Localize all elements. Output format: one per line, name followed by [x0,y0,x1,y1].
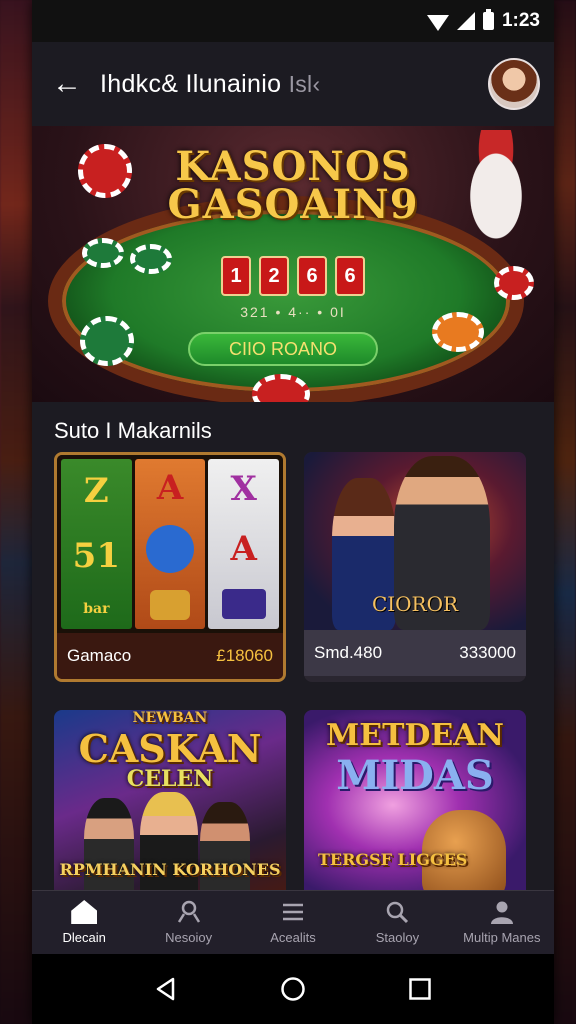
caskan-logo-sub: CELEN [126,766,214,792]
nav-label: Acealits [270,930,316,945]
nav-item-list[interactable]: Acealits [241,891,345,954]
battery-icon [482,9,494,30]
title-text: Ihdkc& Ilunainio [100,69,282,98]
game-card-midas[interactable]: METDEAN MIDAS TERGSF LIGGES [304,710,526,900]
card-meta: Gamaco £18060 [57,633,283,679]
game-prize: £18060 [216,646,273,665]
profile-icon [490,901,513,924]
character-figure [84,798,134,900]
game-card-slots[interactable]: Z 51 bar A X A Gamaco £18060 [54,452,286,682]
status-time: 1:23 [501,10,540,31]
home-icon [71,900,98,924]
system-back-icon[interactable] [153,976,179,1002]
caskan-logo: CASKAN [78,726,262,771]
phone-frame: 1:23 ← Ihdkc& Ilunainio Isl‹ KASONOS GAS… [32,0,554,1024]
reel: X A [208,459,280,629]
hero-title-line2: GASOAIN9 [167,181,419,228]
die: 1 [221,256,251,296]
reel-symbol: A [230,529,257,569]
gold-symbol-icon [150,590,190,621]
midas-banner: TERGSF LIGGES [318,850,468,869]
nav-label: Nesoioy [165,930,213,945]
hero-title: KASONOS GASOAIN9 [32,147,554,228]
bag-symbol-icon [221,589,266,619]
reel-symbol: Z [83,471,109,512]
section-title: Suto I Makarnils [54,418,212,443]
slots-icon [177,900,200,923]
game-grid: Z 51 bar A X A Gamaco £18060 CIOROR Smd.… [32,452,554,900]
game-card-caskan[interactable]: NEWBAN CASKAN CELEN RPMHANIN KORHONES [54,710,286,900]
caskan-top-text: NEWBAN [132,710,208,726]
screen: 1:23 ← Ihdkc& Ilunainio Isl‹ KASONOS GAS… [0,0,576,1024]
nav-item-slots[interactable]: Nesoioy [136,891,240,954]
hero-cta-button[interactable]: CIIO ROANO [188,332,378,366]
midas-logo-sub: MIDAS [336,752,494,799]
game-name: Smd.480 [314,643,383,662]
game-card-live-dealers[interactable]: CIOROR Smd.480 333000 [304,452,526,682]
card-meta: Smd.480 333000 [304,630,526,676]
die: 6 [297,256,327,296]
signal-icon [456,12,475,30]
reel: A [134,459,206,629]
system-home-icon[interactable] [280,976,306,1002]
orb-symbol-icon [146,524,194,573]
reel-symbol: bar [83,600,110,617]
hero-banner[interactable]: KASONOS GASOAIN9 1 2 6 6 321 • 4·· • 0I … [32,126,554,402]
die: 2 [259,256,289,296]
game-prize: 333000 [459,643,516,662]
reel-symbol: A [156,467,184,508]
title-suffix: Isl‹ [288,70,321,97]
status-bar: 1:23 [32,0,554,42]
list-icon [283,903,304,921]
slot-reels: Z 51 bar A X A [57,455,283,633]
caskan-image: NEWBAN CASKAN CELEN RPMHANIN KORHONES [54,710,286,900]
character-figure [140,792,198,900]
search-icon [387,901,409,924]
wifi-icon [426,15,449,31]
app-bar: ← Ihdkc& Ilunainio Isl‹ [32,42,554,126]
odds-text: 321 • 4·· • 0I [240,304,346,320]
page-title: Ihdkc& Ilunainio Isl‹ [100,70,488,99]
die: 6 [335,256,365,296]
nav-label: Multip Manes [463,930,541,945]
back-arrow-icon[interactable]: ← [52,69,92,99]
nav-label: Dlecain [62,930,106,945]
game-name: Gamaco [67,646,132,665]
nav-item-search[interactable]: Staoloy [345,891,449,954]
reel: Z 51 bar [61,459,132,629]
reel-symbol: X [230,469,257,509]
midas-image: METDEAN MIDAS TERGSF LIGGES [304,710,526,900]
midas-logo: METDEAN [326,718,504,753]
reel-symbol: 51 [72,535,120,576]
dealer-label: CIOROR [371,592,459,616]
system-recents-icon[interactable] [407,976,433,1002]
dice-row: 1 2 6 6 [32,256,554,296]
dealer-image: CIOROR [304,452,526,630]
avatar[interactable] [488,58,540,110]
nav-item-home[interactable]: Dlecain [32,891,136,954]
character-figure [200,802,250,900]
nav-label: Staoloy [375,930,420,945]
bottom-nav: Dlecain Nesoioy Acealits Staoloy Multip … [32,890,554,954]
nav-item-profile[interactable]: Multip Manes [450,891,554,954]
chip-icon [80,316,134,366]
system-nav-bar [32,954,554,1024]
caskan-banner: RPMHANIN KORHONES [59,860,281,879]
